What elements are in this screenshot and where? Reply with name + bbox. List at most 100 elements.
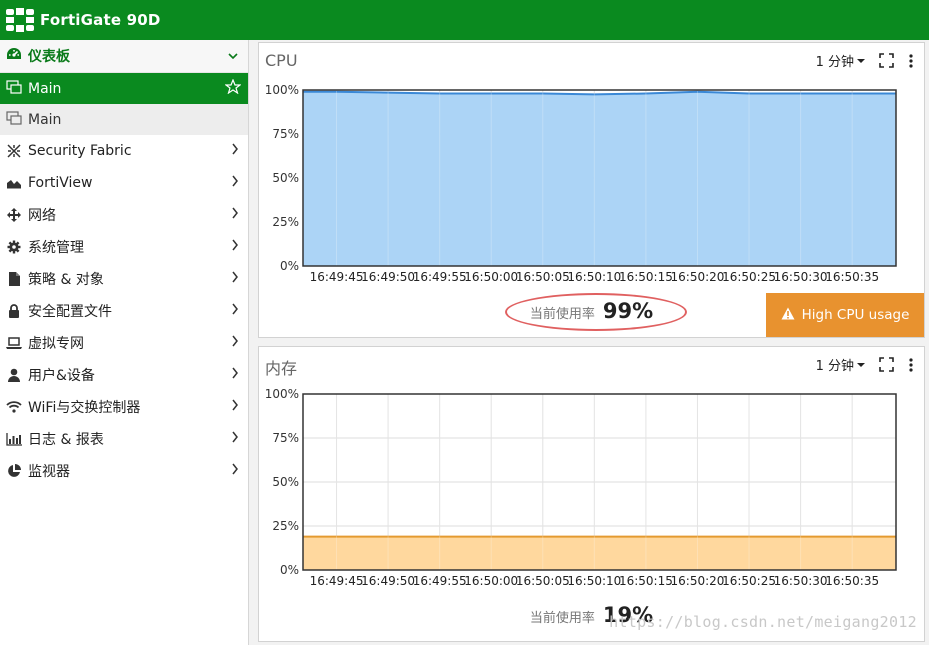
more-vertical-icon[interactable] [908, 53, 914, 68]
star-icon[interactable] [218, 78, 248, 98]
sidebar-item-label: 策略 & 对象 [28, 272, 104, 288]
series-area [303, 536, 896, 570]
monitor-icon [6, 110, 22, 129]
dashboard-icon [6, 47, 22, 65]
chevron-right-icon [222, 431, 248, 447]
sidebar-item-main-active[interactable]: Main [0, 73, 248, 104]
sidebar-item-log-report[interactable]: 日志 & 报表 [0, 423, 248, 455]
chevron-right-icon [222, 335, 248, 351]
top-bar: FortiGate 90D [0, 0, 929, 40]
sidebar-item-system[interactable]: 系统管理 [0, 231, 248, 263]
sidebar-item-network[interactable]: 网络 [0, 199, 248, 231]
sidebar-section-label: 仪表板 [28, 49, 70, 65]
y-tick-label: 50% [272, 171, 299, 185]
chevron-right-icon [222, 207, 248, 223]
x-tick-label: 16:50:25 [722, 574, 776, 588]
laptop-icon [6, 337, 22, 349]
sidebar-item-label: 监视器 [28, 464, 70, 480]
chevron-right-icon [222, 239, 248, 255]
fortinet-logo-icon[interactable] [3, 4, 37, 36]
sidebar-item-label: WiFi与交换控制器 [28, 400, 141, 416]
sidebar-item-main[interactable]: Main [0, 104, 248, 135]
network-arrows-icon [6, 208, 22, 222]
sidebar-item-vpn[interactable]: 虚拟专网 [0, 327, 248, 359]
x-tick-label: 16:49:50 [361, 270, 415, 284]
wifi-icon [6, 401, 22, 413]
sidebar-item-security-fabric[interactable]: Security Fabric [0, 135, 248, 167]
x-tick-label: 16:49:45 [310, 574, 364, 588]
cpu-widget-title: CPU [265, 51, 298, 70]
x-tick-label: 16:50:35 [825, 270, 879, 284]
y-tick-label: 100% [265, 387, 299, 401]
sidebar-item-label: 日志 & 报表 [28, 432, 104, 448]
pie-chart-icon [6, 464, 22, 478]
interval-label: 1 分钟 [815, 359, 854, 374]
high-cpu-alert[interactable]: High CPU usage [766, 293, 924, 337]
sidebar-item-label: Main [28, 80, 62, 97]
x-tick-label: 16:50:10 [567, 574, 621, 588]
alert-text: High CPU usage [801, 307, 910, 323]
area-chart-icon [6, 177, 22, 189]
monitor-icon [6, 79, 22, 98]
chevron-down-icon[interactable] [218, 49, 248, 63]
document-icon [6, 272, 22, 286]
x-tick-label: 16:50:25 [722, 270, 776, 284]
sidebar-item-label: 网络 [28, 208, 56, 224]
sidebar: 仪表板 Main Main Security Fabric FortiView [0, 40, 249, 645]
x-tick-label: 16:50:00 [464, 574, 518, 588]
chevron-right-icon [222, 175, 248, 191]
y-tick-label: 0% [280, 563, 299, 577]
chevron-right-icon [222, 271, 248, 287]
product-name[interactable]: FortiGate 90D [40, 11, 161, 29]
x-tick-label: 16:50:20 [671, 270, 725, 284]
warning-icon [781, 307, 795, 324]
memory-widget-title: 内存 [265, 359, 298, 378]
sidebar-item-wifi-switch[interactable]: WiFi与交换控制器 [0, 391, 248, 423]
sidebar-item-monitor[interactable]: 监视器 [0, 455, 248, 487]
x-tick-label: 16:50:15 [619, 270, 673, 284]
x-tick-label: 16:50:05 [516, 270, 570, 284]
sidebar-item-label: Main [28, 111, 62, 128]
series-area [303, 91, 896, 266]
expand-icon[interactable] [879, 53, 894, 68]
more-vertical-icon[interactable] [908, 357, 914, 372]
chevron-right-icon [222, 143, 248, 159]
x-tick-label: 16:49:50 [361, 574, 415, 588]
sidebar-item-label: 虚拟专网 [28, 336, 84, 352]
user-icon [6, 368, 22, 382]
x-tick-label: 16:49:45 [310, 270, 364, 284]
chevron-right-icon [222, 399, 248, 415]
sidebar-item-user-device[interactable]: 用户&设备 [0, 359, 248, 391]
sidebar-item-label: 用户&设备 [28, 368, 95, 384]
sidebar-section-dashboard[interactable]: 仪表板 [0, 40, 248, 73]
caret-down-icon [857, 357, 865, 372]
x-tick-label: 16:50:15 [619, 574, 673, 588]
cpu-interval-dropdown[interactable]: 1 分钟 [816, 51, 865, 70]
chevron-right-icon [222, 367, 248, 383]
cpu-chart: 0%25%50%75%100%16:49:4516:49:5016:49:551… [265, 83, 897, 284]
x-tick-label: 16:49:55 [413, 270, 467, 284]
sidebar-item-fortiview[interactable]: FortiView [0, 167, 248, 199]
x-tick-label: 16:50:30 [774, 574, 828, 588]
x-tick-label: 16:50:05 [516, 574, 570, 588]
x-tick-label: 16:50:30 [774, 270, 828, 284]
cpu-usage-label: 当前使用率 [529, 307, 595, 322]
interval-label: 1 分钟 [815, 55, 854, 70]
expand-icon[interactable] [879, 357, 894, 372]
y-tick-label: 25% [272, 215, 299, 229]
memory-interval-dropdown[interactable]: 1 分钟 [816, 355, 865, 374]
sidebar-item-label: 安全配置文件 [28, 304, 112, 320]
memory-widget-controls: 1 分钟 [816, 355, 914, 374]
sidebar-item-security-profiles[interactable]: 安全配置文件 [0, 295, 248, 327]
sidebar-item-label: Security Fabric [28, 143, 132, 159]
cpu-widget: CPU 1 分钟 0% 25% 50% 75% 100% 16:49:45 16:49:50… [258, 42, 925, 338]
gear-icon [6, 240, 22, 254]
sidebar-item-policy[interactable]: 策略 & 对象 [0, 263, 248, 295]
y-tick-label: 75% [272, 431, 299, 445]
cpu-widget-controls: 1 分钟 [816, 51, 914, 70]
lock-icon [6, 304, 22, 318]
fabric-icon [6, 144, 22, 158]
memory-chart: 0%25%50%75%100%16:49:4516:49:5016:49:551… [265, 387, 897, 588]
bar-chart-icon [6, 432, 22, 446]
x-tick-label: 16:50:00 [464, 270, 518, 284]
